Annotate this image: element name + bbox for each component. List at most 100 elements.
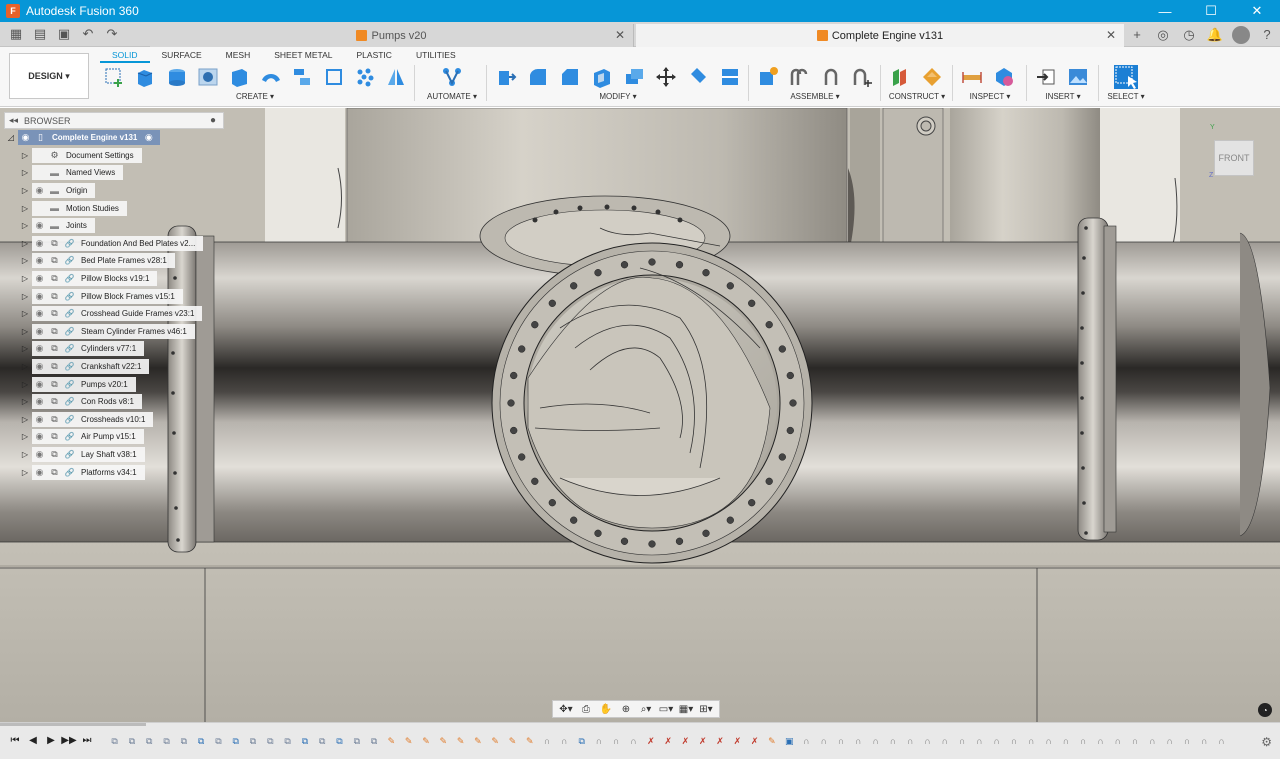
visibility-eye-icon[interactable]: [32, 165, 47, 180]
look-at-icon[interactable]: ⎙: [576, 704, 596, 715]
rigid-group-icon[interactable]: ∩: [538, 734, 555, 748]
insert-canvas-icon[interactable]: [1062, 64, 1094, 90]
component-feature-icon[interactable]: ⧉: [244, 734, 261, 748]
browser-item-chip[interactable]: ◉ ⧉ 🔗 Pillow Block Frames v15:1: [32, 288, 183, 304]
timeline-scrollbar[interactable]: [0, 723, 146, 726]
mirror-icon[interactable]: [381, 64, 412, 90]
suppressed-joint-icon[interactable]: ✗: [711, 734, 728, 748]
rigid-group-icon[interactable]: ∩: [1057, 734, 1074, 748]
component-feature-icon[interactable]: ⧉: [175, 734, 192, 748]
joint-feature-icon[interactable]: ✎: [487, 734, 504, 748]
interference-icon[interactable]: [988, 64, 1020, 90]
browser-item[interactable]: ▷ ◉ ⧉ 🔗 Crankshaft v22:1: [4, 358, 224, 376]
avatar[interactable]: [1232, 25, 1250, 44]
rigid-group-icon[interactable]: ∩: [1144, 734, 1161, 748]
browser-item[interactable]: ▷ ◉ ▬ Joints: [4, 217, 224, 235]
rigid-group-icon[interactable]: ∩: [1023, 734, 1040, 748]
joint-feature-icon[interactable]: ✎: [417, 734, 434, 748]
expand-triangle-icon[interactable]: ▷: [18, 239, 32, 248]
browser-item-chip[interactable]: ◉ ⧉ 🔗 Foundation And Bed Plates v2...: [32, 235, 204, 251]
browser-item[interactable]: ▷ ◉ ⧉ 🔗 Crosshead Guide Frames v23:1: [4, 305, 224, 323]
browser-item-chip[interactable]: ▬ Named Views: [32, 165, 124, 181]
expand-triangle-icon[interactable]: ▷: [18, 468, 32, 477]
visibility-eye-icon[interactable]: ◉: [32, 394, 47, 409]
hole-icon[interactable]: [192, 64, 223, 90]
joint-feature-icon[interactable]: ✎: [400, 734, 417, 748]
browser-item-chip[interactable]: ◉ ⧉ 🔗 Pillow Blocks v19:1: [32, 271, 158, 287]
rigid-group-icon[interactable]: ∩: [1109, 734, 1126, 748]
browser-item[interactable]: ▷ ◉ ⧉ 🔗 Steam Cylinder Frames v46:1: [4, 323, 224, 341]
joint-origin-icon[interactable]: [847, 64, 879, 90]
suppressed-joint-icon[interactable]: ✗: [746, 734, 763, 748]
grid-settings-icon[interactable]: ▦▾: [676, 704, 696, 715]
play-icon[interactable]: ▶: [42, 735, 60, 746]
joint-feature-icon[interactable]: ✎: [504, 734, 521, 748]
expand-triangle-icon[interactable]: ▷: [18, 292, 32, 301]
select-menu[interactable]: SELECT ▾: [1104, 92, 1148, 101]
redo-icon[interactable]: ↷: [100, 26, 124, 42]
visibility-eye-icon[interactable]: ◉: [32, 183, 47, 198]
extrude-icon[interactable]: [129, 64, 160, 90]
fillet-icon[interactable]: [522, 64, 554, 90]
rigid-group-icon[interactable]: ∩: [1213, 734, 1230, 748]
viewports-icon[interactable]: ⊞▾: [696, 704, 716, 715]
component-feature-icon[interactable]: ⧉: [348, 734, 365, 748]
comments-icon[interactable]: ◔: [1258, 703, 1272, 717]
browser-item[interactable]: ▷ ▬ Motion Studies: [4, 199, 224, 217]
rigid-group-icon[interactable]: ∩: [867, 734, 884, 748]
component-feature-icon[interactable]: ⧉: [573, 734, 590, 748]
browser-item[interactable]: ▷ ◉ ⧉ 🔗 Platforms v34:1: [4, 463, 224, 481]
rigid-group-icon[interactable]: ∩: [832, 734, 849, 748]
expand-triangle-icon[interactable]: ▷: [18, 450, 32, 459]
browser-item[interactable]: ▷ ◉ ⧉ 🔗 Con Rods v8:1: [4, 393, 224, 411]
measure-icon[interactable]: [956, 64, 988, 90]
expand-triangle-icon[interactable]: ▷: [18, 274, 32, 283]
component-feature-icon[interactable]: ⧉: [123, 734, 140, 748]
browser-item[interactable]: ▷ ◉ ⧉ 🔗 Foundation And Bed Plates v2...: [4, 235, 224, 253]
chamfer-icon[interactable]: [554, 64, 586, 90]
rib-icon[interactable]: [318, 64, 349, 90]
tab-surface[interactable]: SURFACE: [150, 49, 214, 63]
combine-icon[interactable]: [618, 64, 650, 90]
insert-menu[interactable]: INSERT ▾: [1030, 92, 1096, 101]
select-icon[interactable]: [1110, 64, 1142, 90]
create-menu[interactable]: CREATE ▾: [98, 92, 412, 101]
go-to-end-icon[interactable]: ⏭: [78, 735, 96, 746]
notifications-icon[interactable]: 🔔: [1202, 27, 1228, 43]
visibility-eye-icon[interactable]: ◉: [32, 218, 47, 233]
save-icon[interactable]: ▣: [52, 26, 76, 42]
expand-triangle-icon[interactable]: ▷: [18, 186, 32, 195]
rigid-group-icon[interactable]: ∩: [798, 734, 815, 748]
minimize-button[interactable]: —: [1142, 0, 1188, 22]
tab-plastic[interactable]: PLASTIC: [345, 49, 404, 63]
browser-item-chip[interactable]: ◉ ⧉ 🔗 Con Rods v8:1: [32, 394, 142, 410]
fit-icon[interactable]: ⌕▾: [636, 704, 656, 715]
viewcube[interactable]: FRONT: [1214, 140, 1254, 176]
orbit-icon[interactable]: ✥▾: [556, 704, 576, 715]
modify-menu[interactable]: MODIFY ▾: [490, 92, 746, 101]
press-pull-icon[interactable]: [490, 64, 522, 90]
component-feature-icon[interactable]: ⧉: [141, 734, 158, 748]
rigid-group-icon[interactable]: ∩: [971, 734, 988, 748]
rigid-group-icon[interactable]: ∩: [850, 734, 867, 748]
rigid-group-icon[interactable]: ∩: [625, 734, 642, 748]
joint-feature-icon[interactable]: ✎: [763, 734, 780, 748]
browser-item[interactable]: ▷ ◉ ▬ Origin: [4, 182, 224, 200]
revolve-icon[interactable]: [161, 64, 192, 90]
visibility-eye-icon[interactable]: ◉: [32, 359, 47, 374]
rigid-group-icon[interactable]: ∩: [936, 734, 953, 748]
visibility-eye-icon[interactable]: ◉: [32, 306, 47, 321]
browser-item[interactable]: ▷ ⚙ Document Settings: [4, 147, 224, 165]
rigid-group-icon[interactable]: ∩: [954, 734, 971, 748]
root-chip[interactable]: ◉ ▯ Complete Engine v131 ◉: [18, 130, 161, 146]
loft-icon[interactable]: [286, 64, 317, 90]
rigid-group-icon[interactable]: ∩: [1127, 734, 1144, 748]
workspace-switcher[interactable]: DESIGN ▾: [9, 53, 89, 99]
tab-solid[interactable]: SOLID: [100, 49, 150, 63]
box-feature-icon[interactable]: ▣: [781, 734, 798, 748]
component-feature-icon[interactable]: ⧉: [158, 734, 175, 748]
move-icon[interactable]: [650, 64, 682, 90]
component-feature-icon[interactable]: ⧉: [296, 734, 313, 748]
visibility-eye-icon[interactable]: ◉: [32, 377, 47, 392]
expand-triangle-icon[interactable]: ▷: [18, 432, 32, 441]
